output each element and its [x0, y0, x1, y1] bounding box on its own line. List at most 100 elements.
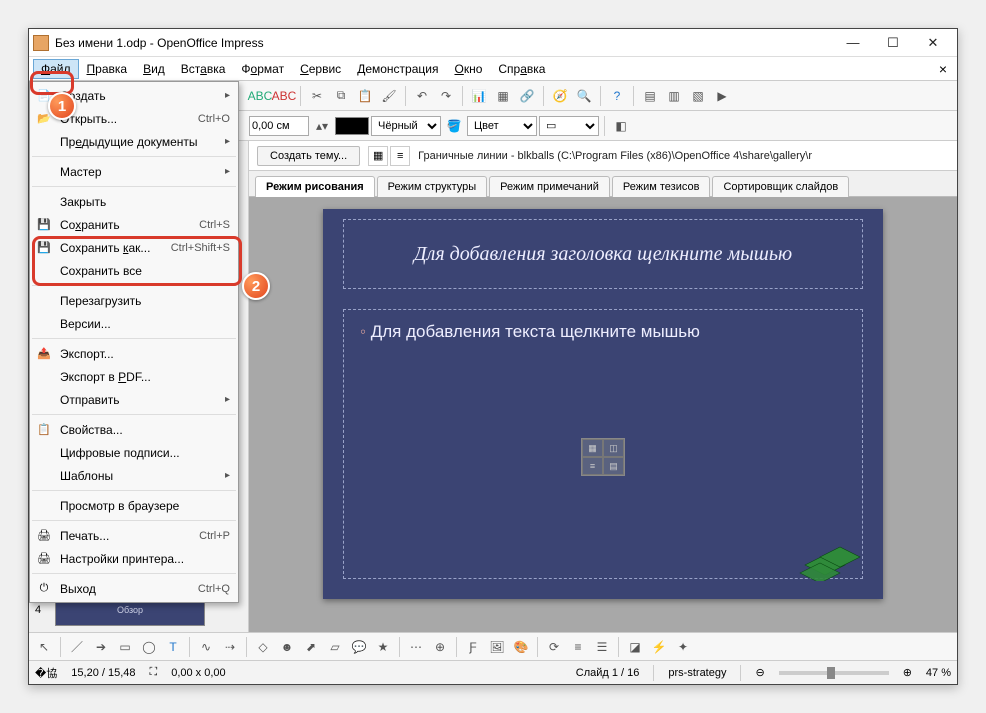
from-file-icon[interactable]: 🖼 — [486, 636, 508, 658]
menu-insert[interactable]: Вставка — [173, 59, 234, 79]
spellcheck-abc-icon[interactable]: ABC — [249, 85, 271, 107]
file-send[interactable]: Отправить▸ — [30, 388, 238, 411]
file-printer-settings[interactable]: 🖨Настройки принтера... — [30, 547, 238, 570]
callouts-icon[interactable]: 💬 — [348, 636, 370, 658]
extrusion-icon[interactable]: ◪ — [624, 636, 646, 658]
help-icon[interactable]: ? — [606, 85, 628, 107]
points-icon[interactable]: ⋯ — [405, 636, 427, 658]
gallery-list-view-icon[interactable]: ≡ — [390, 146, 410, 166]
slide-design-icon[interactable]: ▧ — [687, 85, 709, 107]
slide[interactable]: Для добавления заголовка щелкните мышью … — [323, 209, 883, 599]
file-close[interactable]: Закрыть — [30, 190, 238, 213]
fontwork-icon[interactable]: Ƒ — [462, 636, 484, 658]
file-saveall[interactable]: Сохранить все — [30, 259, 238, 282]
animation-icon[interactable]: ✦ — [672, 636, 694, 658]
rect-icon[interactable]: ▭ — [114, 636, 136, 658]
slide-layout-icon[interactable]: ▥ — [663, 85, 685, 107]
maximize-button[interactable]: ☐ — [873, 30, 913, 56]
file-wizard[interactable]: Мастер▸ — [30, 160, 238, 183]
gallery-icons-view-icon[interactable]: ▦ — [368, 146, 388, 166]
menu-format[interactable]: Формат — [233, 59, 292, 79]
slideshow-icon[interactable]: ▶ — [711, 85, 733, 107]
tab-handout[interactable]: Режим тезисов — [612, 176, 711, 197]
rotate-icon[interactable]: ⟳ — [543, 636, 565, 658]
text-icon[interactable]: T — [162, 636, 184, 658]
title-placeholder[interactable]: Для добавления заголовка щелкните мышью — [343, 219, 863, 289]
symbol-shapes-icon[interactable]: ☻ — [276, 636, 298, 658]
file-properties[interactable]: 📋Свойства... — [30, 418, 238, 441]
chart-icon[interactable]: 📊 — [468, 85, 490, 107]
menu-view[interactable]: Вид — [135, 59, 173, 79]
redo-icon[interactable]: ↷ — [435, 85, 457, 107]
format-brush-icon[interactable]: 🖌 — [378, 85, 400, 107]
curve-icon[interactable]: ∿ — [195, 636, 217, 658]
file-open[interactable]: 📂Открыть...Ctrl+O — [30, 107, 238, 130]
copy-icon[interactable]: ⧉ — [330, 85, 352, 107]
file-digsig[interactable]: Цифровые подписи... — [30, 441, 238, 464]
interaction-icon[interactable]: ⚡ — [648, 636, 670, 658]
file-saveas[interactable]: 💾Сохранить как...Ctrl+Shift+S — [30, 236, 238, 259]
file-recent[interactable]: Предыдущие документы▸ — [30, 130, 238, 153]
file-export[interactable]: 📤Экспорт... — [30, 342, 238, 365]
content-placeholder[interactable]: Для добавления текста щелкните мышью ▦◫≡… — [343, 309, 863, 579]
stepper-icon[interactable]: ▴▾ — [311, 115, 333, 137]
fill-type-select[interactable]: Цвет — [467, 116, 537, 136]
glue-icon[interactable]: ⊕ — [429, 636, 451, 658]
tab-sorter[interactable]: Сортировщик слайдов — [712, 176, 849, 197]
fill-color-select[interactable]: ▭ — [539, 116, 599, 136]
menu-edit[interactable]: Правка — [79, 59, 136, 79]
zoom-out-icon[interactable]: ⊖ — [755, 666, 764, 679]
line-icon[interactable]: ／ — [66, 636, 88, 658]
file-save[interactable]: 💾СохранитьCtrl+S — [30, 213, 238, 236]
grid-icon[interactable]: ▤ — [639, 85, 661, 107]
menu-window[interactable]: Окно — [446, 59, 490, 79]
paste-icon[interactable]: 📋 — [354, 85, 376, 107]
tab-outline[interactable]: Режим структуры — [377, 176, 488, 197]
undo-icon[interactable]: ↶ — [411, 85, 433, 107]
file-exit[interactable]: ⏻ВыходCtrl+Q — [30, 577, 238, 600]
fill-bucket-icon[interactable]: 🪣 — [443, 115, 465, 137]
menu-file[interactable]: Файл — [33, 59, 79, 79]
line-width-input[interactable] — [249, 116, 309, 136]
file-print[interactable]: 🖨Печать...Ctrl+P — [30, 524, 238, 547]
file-templates[interactable]: Шаблоны▸ — [30, 464, 238, 487]
zoom-slider[interactable] — [779, 671, 889, 675]
new-theme-button[interactable]: Создать тему... — [257, 146, 360, 166]
gallery-icon[interactable]: 🎨 — [510, 636, 532, 658]
file-reload[interactable]: Перезагрузить — [30, 289, 238, 312]
cut-icon[interactable]: ✂ — [306, 85, 328, 107]
minimize-button[interactable]: — — [833, 30, 873, 56]
close-button[interactable]: ✕ — [913, 30, 953, 56]
file-browser-preview[interactable]: Просмотр в браузере — [30, 494, 238, 517]
content-layout-icon[interactable]: ▦◫≡▤ — [581, 438, 625, 476]
line-color-swatch[interactable] — [335, 117, 369, 135]
line-color-select[interactable]: Чёрный — [371, 116, 441, 136]
canvas[interactable]: Для добавления заголовка щелкните мышью … — [249, 197, 957, 632]
menu-help[interactable]: Справка — [490, 59, 553, 79]
tab-drawing[interactable]: Режим рисования — [255, 176, 375, 197]
file-exportpdf[interactable]: Экспорт в PDF... — [30, 365, 238, 388]
stars-icon[interactable]: ★ — [372, 636, 394, 658]
menu-slideshow[interactable]: Демонстрация — [349, 59, 446, 79]
connector-icon[interactable]: ⇢ — [219, 636, 241, 658]
ellipse-icon[interactable]: ◯ — [138, 636, 160, 658]
basic-shapes-icon[interactable]: ◇ — [252, 636, 274, 658]
arrange-icon[interactable]: ☰ — [591, 636, 613, 658]
select-icon[interactable]: ↖ — [33, 636, 55, 658]
table-icon[interactable]: ▦ — [492, 85, 514, 107]
close-document-button[interactable]: × — [933, 61, 953, 77]
navigator-icon[interactable]: 🧭 — [549, 85, 571, 107]
zoom-icon[interactable]: 🔍 — [573, 85, 595, 107]
file-new[interactable]: 📄Создать▸ — [30, 84, 238, 107]
flowchart-icon[interactable]: ▱ — [324, 636, 346, 658]
file-versions[interactable]: Версии... — [30, 312, 238, 335]
menu-tools[interactable]: Сервис — [292, 59, 349, 79]
hyperlink-icon[interactable]: 🔗 — [516, 85, 538, 107]
zoom-in-icon[interactable]: ⊕ — [903, 666, 912, 679]
spellcheck-auto-icon[interactable]: ABC — [273, 85, 295, 107]
tab-notes[interactable]: Режим примечаний — [489, 176, 610, 197]
arrow-icon[interactable]: ➔ — [90, 636, 112, 658]
align-icon[interactable]: ≡ — [567, 636, 589, 658]
block-arrows-icon[interactable]: ⬈ — [300, 636, 322, 658]
shadow-icon[interactable]: ◧ — [610, 115, 632, 137]
